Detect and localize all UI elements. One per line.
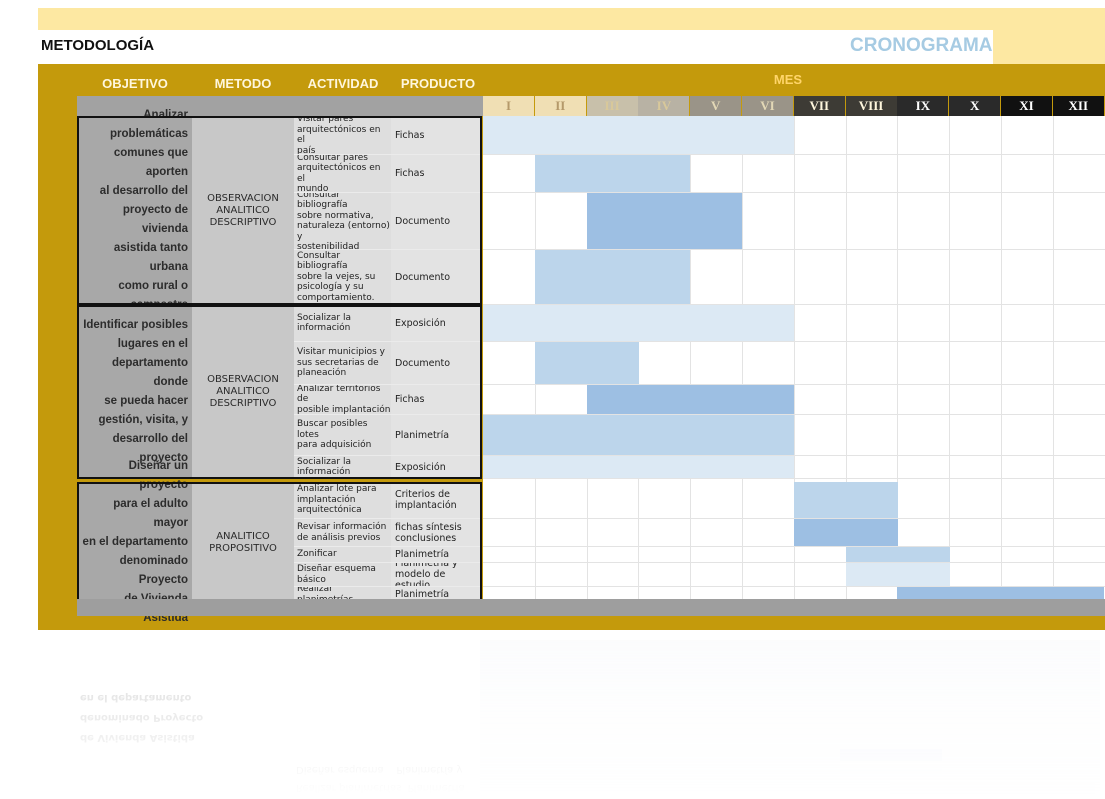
schedule-bar: [535, 250, 690, 304]
schedule-bar: [587, 193, 742, 249]
grid-column-line: [1001, 116, 1002, 599]
header-metodo: METODO: [214, 76, 272, 91]
month-label-6: VI: [742, 96, 793, 116]
month-label-2: II: [534, 96, 586, 116]
schedule-bar: [846, 547, 950, 562]
schedule-bar: [794, 482, 898, 518]
schedule-bar: [535, 342, 639, 384]
reflection-bar: [840, 765, 942, 777]
month-label-3: III: [586, 96, 638, 116]
month-label-12: XII: [1052, 96, 1104, 116]
month-label-1: I: [483, 96, 534, 116]
schedule-bar: [483, 456, 794, 478]
section-border: [77, 482, 482, 603]
schedule-bar: [483, 305, 794, 341]
grid-column-line: [690, 116, 691, 599]
month-label-11: XI: [1001, 96, 1052, 116]
month-label-5: V: [690, 96, 742, 116]
methodology-sheet: METODOLOGÍA CRONOGRAMA OBJETIVO METODO A…: [38, 8, 1105, 630]
reflection-text: Realizar planimetrías Planimetría: [296, 782, 465, 793]
reflection-text: de Vivienda Asistida: [80, 732, 195, 743]
reflection-text: Diseñar esquema Planimetría y: [296, 764, 463, 775]
grid-row-line: [483, 384, 1105, 385]
schedule-bar: [483, 415, 794, 455]
reflection-text: denominado Proyecto: [80, 712, 204, 723]
table-reflection: Realizar planimetrías Planimetría Diseña…: [70, 640, 1105, 799]
schedule-bar: [535, 155, 690, 192]
grid-column-line: [949, 116, 950, 599]
title-cronograma: CRONOGRAMA: [850, 35, 993, 56]
grid-row-line: [483, 478, 1105, 479]
grid-row-line: [483, 192, 1105, 193]
schedule-bar: [794, 519, 898, 546]
header-mes: MES: [773, 72, 803, 87]
grid-column-line: [1053, 116, 1054, 599]
section-border: [77, 116, 482, 305]
reflection-text: en el departamento: [80, 692, 192, 703]
reflection-bar: [840, 749, 942, 761]
grid-column-line: [742, 116, 743, 599]
grid-row-line: [483, 562, 1105, 563]
schedule-bar: [587, 385, 794, 414]
month-label-9: IX: [897, 96, 949, 116]
title-metodologia: METODOLOGÍA: [41, 37, 155, 54]
month-label-10: X: [949, 96, 1001, 116]
month-label-8: VIII: [845, 96, 897, 116]
section-border: [77, 305, 482, 479]
header-objetivo: OBJETIVO: [102, 76, 168, 91]
header-producto: PRODUCTO: [400, 76, 476, 91]
footer-bar: [77, 599, 1105, 616]
month-label-7: VII: [793, 96, 845, 116]
grid-row-line: [483, 546, 1105, 547]
schedule-bar: [483, 116, 794, 154]
reflection-grid: [480, 640, 1100, 799]
month-label-4: IV: [638, 96, 690, 116]
schedule-bar: [846, 563, 950, 586]
reflection-bar: [890, 783, 1095, 795]
header-actividad: ACTIVIDAD: [307, 76, 379, 91]
